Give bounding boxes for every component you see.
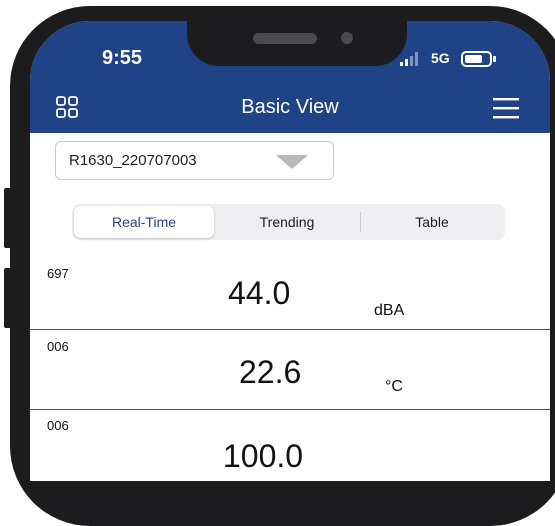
tab-real-time[interactable]: Real-Time (74, 206, 214, 238)
reading-unit: dBA (374, 302, 405, 319)
reading-row[interactable]: 006 100.0 (30, 410, 550, 481)
dropdown-arrow-icon (276, 155, 308, 169)
page-title: Basic View (241, 96, 339, 118)
app-screen: 9:55 5G Basic View R1630_220707003 Real-… (30, 21, 550, 481)
signal-bars-icon (400, 52, 418, 66)
phone-side-button (4, 268, 14, 328)
view-tabs: Real-Time Trending Table (72, 204, 505, 240)
reading-value: 22.6 (239, 354, 302, 390)
tab-trending[interactable]: Trending (217, 204, 357, 240)
front-camera (341, 32, 353, 44)
reading-row[interactable]: 006 22.6 °C (30, 330, 550, 410)
sensor-id: 006 (47, 418, 69, 433)
hamburger-menu-icon[interactable] (493, 97, 519, 119)
app-header: 9:55 5G Basic View (30, 21, 550, 133)
phone-side-button (4, 188, 14, 248)
device-select-value: R1630_220707003 (69, 152, 197, 169)
tab-table[interactable]: Table (362, 204, 502, 240)
sensor-id: 006 (47, 339, 69, 354)
reading-unit: °C (385, 378, 403, 395)
network-type: 5G (431, 50, 450, 66)
tab-divider (360, 212, 361, 232)
phone-notch (187, 21, 407, 66)
reading-value: 44.0 (228, 275, 291, 311)
device-select[interactable]: R1630_220707003 (55, 141, 334, 180)
speaker-grille (253, 33, 317, 44)
sensor-id: 697 (47, 266, 69, 281)
status-time: 9:55 (102, 47, 143, 69)
reading-row[interactable]: 697 44.0 dBA (30, 249, 550, 329)
reading-value: 100.0 (223, 438, 304, 474)
battery-icon (461, 51, 496, 67)
